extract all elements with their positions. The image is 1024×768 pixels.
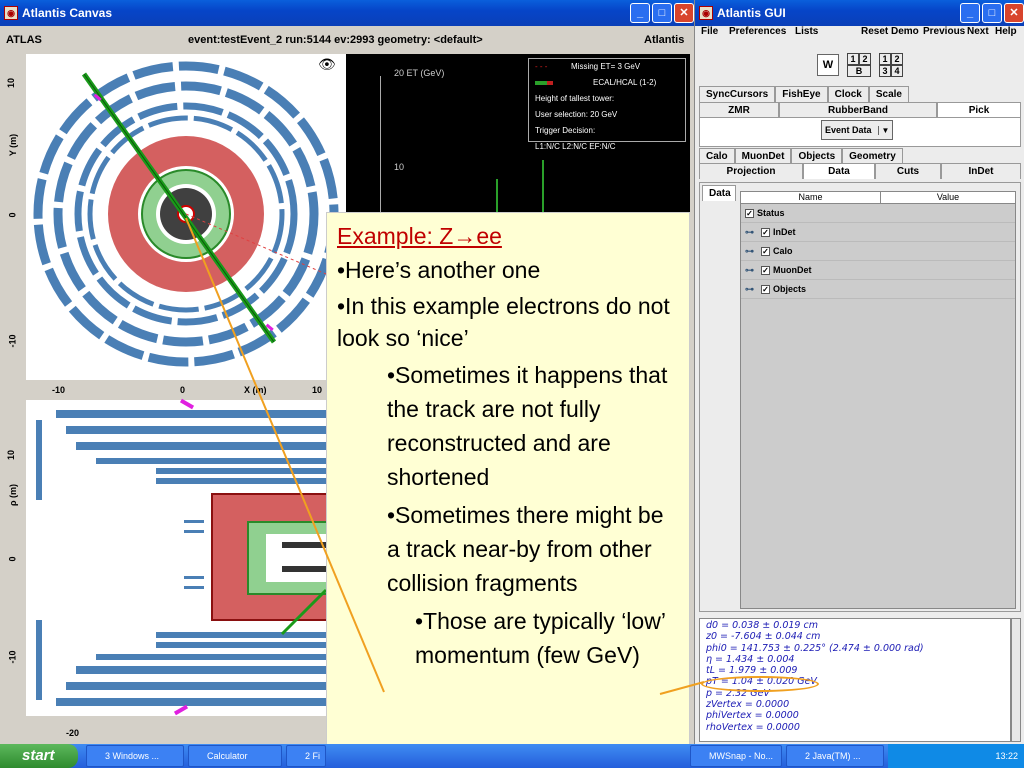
- clock: 13:22: [995, 751, 1018, 761]
- start-button[interactable]: start: [0, 744, 78, 768]
- taskbar-item[interactable]: 3 Windows ...: [86, 745, 184, 767]
- taskbar-item[interactable]: 2 Java(TM) ...: [786, 745, 884, 767]
- annotation-line: [659, 681, 705, 695]
- annotation-line: [185, 217, 385, 693]
- taskbar-item[interactable]: 2 Fi: [286, 745, 326, 767]
- system-tray: 13:22: [888, 744, 1024, 768]
- annotation-lines: [185, 217, 705, 695]
- start-label: start: [22, 747, 55, 764]
- taskbar-item[interactable]: Calculator: [188, 745, 282, 767]
- taskbar-item[interactable]: MWSnap - No...: [690, 745, 782, 767]
